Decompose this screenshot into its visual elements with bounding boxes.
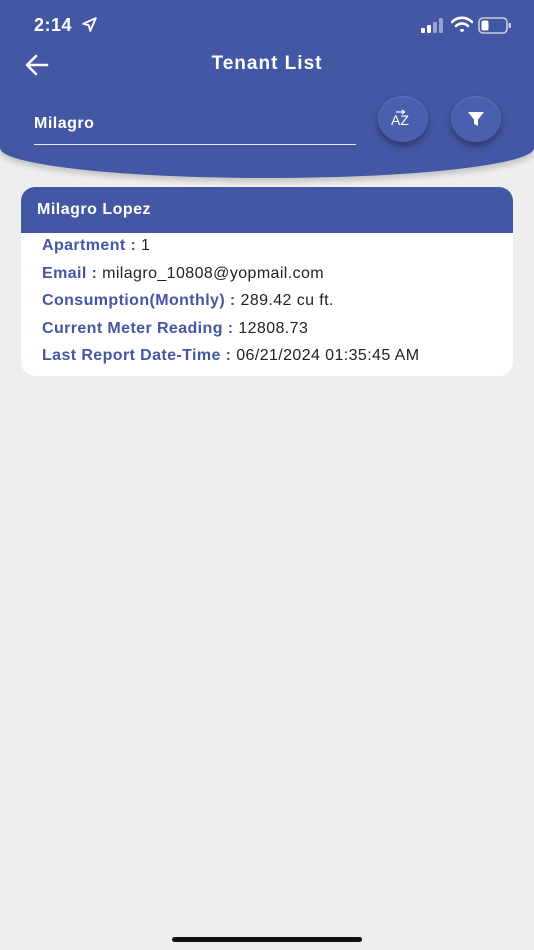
email-label: Email : [42,265,98,282]
filter-icon [468,112,484,126]
sort-az-icon: AZ [391,109,409,128]
app-header: 2:14 Tenant List AZ [0,0,534,178]
apartment-label: Apartment : [42,237,137,254]
meter-reading-value: 12808.73 [238,320,309,337]
status-time: 2:14 [34,15,73,35]
meter-reading-row: Current Meter Reading : 12808.73 [42,320,308,338]
consumption-label: Consumption(Monthly) : [42,292,236,309]
consumption-row: Consumption(Monthly) : 289.42 cu ft. [42,292,334,310]
apartment-row: Apartment : 1 [42,237,150,255]
meter-reading-label: Current Meter Reading : [42,320,234,337]
email-row: Email : milagro_10808@yopmail.com [42,265,324,283]
filter-button[interactable] [451,96,501,142]
consumption-value: 289.42 cu ft. [240,292,334,309]
tenant-card[interactable]: Milagro Lopez Apartment : 1 Email : mila… [21,187,513,376]
tenant-name: Milagro Lopez [21,187,513,233]
page-title: Tenant List [211,53,323,74]
wifi-icon [451,16,473,33]
apartment-value: 1 [141,237,151,254]
location-arrow-icon [82,17,97,32]
signal-icon [421,18,443,33]
sort-label: AZ [391,112,409,128]
email-value: milagro_10808@yopmail.com [102,265,325,282]
last-report-row: Last Report Date-Time : 06/21/2024 01:35… [42,347,419,365]
home-indicator[interactable] [172,937,362,942]
last-report-label: Last Report Date-Time : [42,347,232,364]
last-report-value: 06/21/2024 01:35:45 AM [236,347,420,364]
battery-icon [478,17,511,34]
sort-button[interactable]: AZ [378,96,428,142]
status-bar: 2:14 [0,0,534,50]
search-input[interactable] [34,104,356,145]
